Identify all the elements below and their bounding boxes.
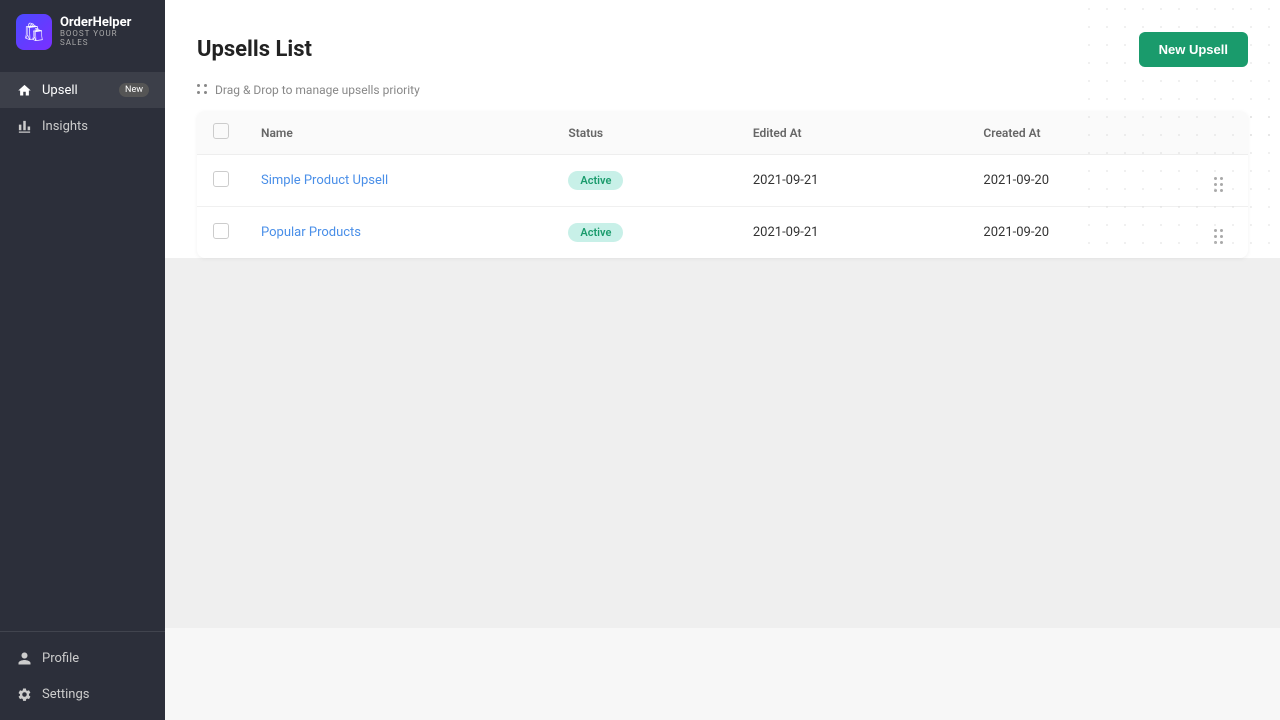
drag-hint: Drag & Drop to manage upsells priority [197, 83, 1248, 97]
row-0-drag-handle[interactable] [1214, 177, 1223, 192]
sidebar-item-settings[interactable]: Settings [0, 676, 165, 712]
col-header-actions [1198, 111, 1248, 155]
row-1-checkbox-cell [197, 207, 245, 259]
profile-icon [16, 650, 32, 666]
col-header-status: Status [552, 111, 736, 155]
row-1-drag-handle[interactable] [1214, 229, 1223, 244]
content-area: Upsells List New Upsell Drag & Drop to m… [165, 0, 1280, 258]
row-1-status-cell: Active [552, 207, 736, 259]
new-badge: New [119, 83, 149, 97]
logo-tagline: BOOST YOUR SALES [60, 30, 149, 48]
logo: 🛍 OrderHelper BOOST YOUR SALES [0, 0, 165, 64]
table-row: Simple Product Upsell Active 2021-09-21 … [197, 155, 1248, 207]
new-upsell-button[interactable]: New Upsell [1139, 32, 1248, 67]
logo-name: OrderHelper [60, 16, 149, 30]
main-bottom [165, 258, 1280, 628]
row-1-created-cell: 2021-09-20 [967, 207, 1198, 259]
row-1-name-cell: Popular Products [245, 207, 552, 259]
row-0-name-cell: Simple Product Upsell [245, 155, 552, 207]
row-1-edited-cell: 2021-09-21 [737, 207, 968, 259]
sidebar-item-upsell[interactable]: Upsell New [0, 72, 165, 108]
home-icon [16, 82, 32, 98]
row-0-checkbox-cell [197, 155, 245, 207]
row-1-status-badge: Active [568, 223, 623, 242]
sidebar-item-label-settings: Settings [42, 687, 89, 702]
drag-hint-icon [197, 84, 209, 96]
row-1-actions-cell [1198, 207, 1248, 259]
row-1-checkbox[interactable] [213, 223, 229, 239]
row-0-name-link[interactable]: Simple Product Upsell [261, 173, 388, 188]
table-row: Popular Products Active 2021-09-21 2021-… [197, 207, 1248, 259]
col-header-checkbox [197, 111, 245, 155]
main-top-wrapper: Upsells List New Upsell Drag & Drop to m… [165, 0, 1280, 258]
table-header: Name Status Edited At Created At [197, 111, 1248, 155]
upsells-table: Name Status Edited At Created At Simple … [197, 111, 1248, 258]
drag-hint-text: Drag & Drop to manage upsells priority [215, 83, 420, 97]
main-content: Upsells List New Upsell Drag & Drop to m… [165, 0, 1280, 720]
col-header-name: Name [245, 111, 552, 155]
sidebar-item-label-profile: Profile [42, 651, 79, 666]
row-0-edited-cell: 2021-09-21 [737, 155, 968, 207]
col-header-edited: Edited At [737, 111, 968, 155]
row-0-actions-cell [1198, 155, 1248, 207]
sidebar-nav: Upsell New Insights [0, 64, 165, 631]
row-0-status-cell: Active [552, 155, 736, 207]
select-all-checkbox[interactable] [213, 123, 229, 139]
insights-icon [16, 118, 32, 134]
sidebar-item-label-upsell: Upsell [42, 83, 78, 98]
page-header: Upsells List New Upsell [197, 0, 1248, 83]
row-0-status-badge: Active [568, 171, 623, 190]
sidebar-bottom: Profile Settings [0, 631, 165, 720]
sidebar: 🛍 OrderHelper BOOST YOUR SALES Upsell Ne… [0, 0, 165, 720]
logo-icon: 🛍 [16, 14, 52, 50]
sidebar-item-label-insights: Insights [42, 119, 88, 134]
col-header-created: Created At [967, 111, 1198, 155]
table-body: Simple Product Upsell Active 2021-09-21 … [197, 155, 1248, 259]
settings-icon [16, 686, 32, 702]
page-title: Upsells List [197, 37, 312, 62]
row-0-created-cell: 2021-09-20 [967, 155, 1198, 207]
sidebar-item-profile[interactable]: Profile [0, 640, 165, 676]
sidebar-item-insights[interactable]: Insights [0, 108, 165, 144]
row-0-checkbox[interactable] [213, 171, 229, 187]
row-1-name-link[interactable]: Popular Products [261, 225, 361, 240]
